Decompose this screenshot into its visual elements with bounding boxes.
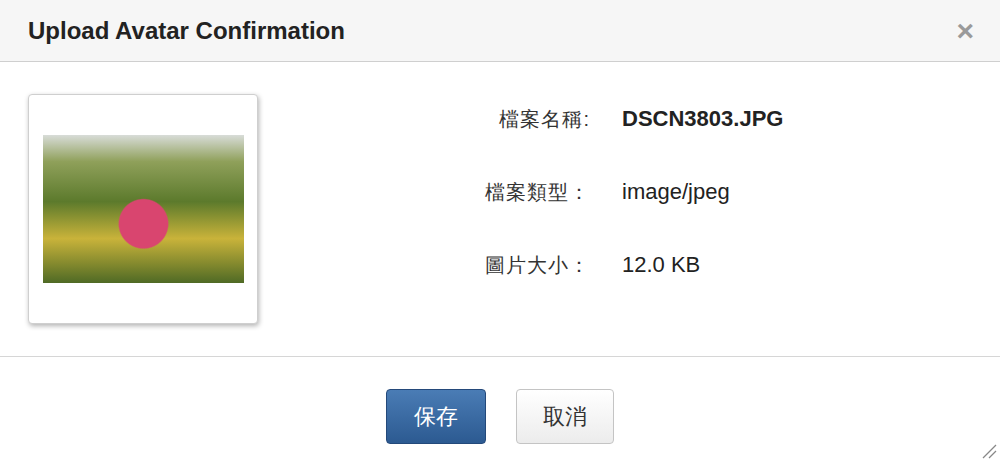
field-label: 檔案類型： [258, 176, 590, 208]
field-label: 圖片大小： [258, 249, 590, 281]
avatar-photo [43, 135, 244, 283]
field-value: 12.0 KB [622, 249, 783, 281]
field-label: 檔案名稱: [258, 103, 590, 135]
cancel-button[interactable]: 取消 [516, 389, 614, 444]
close-button[interactable]: × [952, 16, 978, 46]
dialog-title: Upload Avatar Confirmation [28, 17, 345, 45]
upload-avatar-dialog: Upload Avatar Confirmation × 檔案名稱: DSCN3… [0, 0, 1000, 462]
file-info: 檔案名稱: DSCN3803.JPG檔案類型： image/jpeg圖片大小： … [258, 103, 783, 281]
dialog-header: Upload Avatar Confirmation × [0, 0, 1000, 62]
save-button[interactable]: 保存 [386, 389, 486, 444]
field-value: DSCN3803.JPG [622, 103, 783, 135]
dialog-body: 檔案名稱: DSCN3803.JPG檔案類型： image/jpeg圖片大小： … [0, 62, 1000, 357]
resize-handle-icon[interactable] [981, 443, 997, 459]
dialog-footer: 保存取消 [0, 357, 1000, 444]
field-value: image/jpeg [622, 176, 783, 208]
avatar-preview-card [28, 94, 258, 324]
